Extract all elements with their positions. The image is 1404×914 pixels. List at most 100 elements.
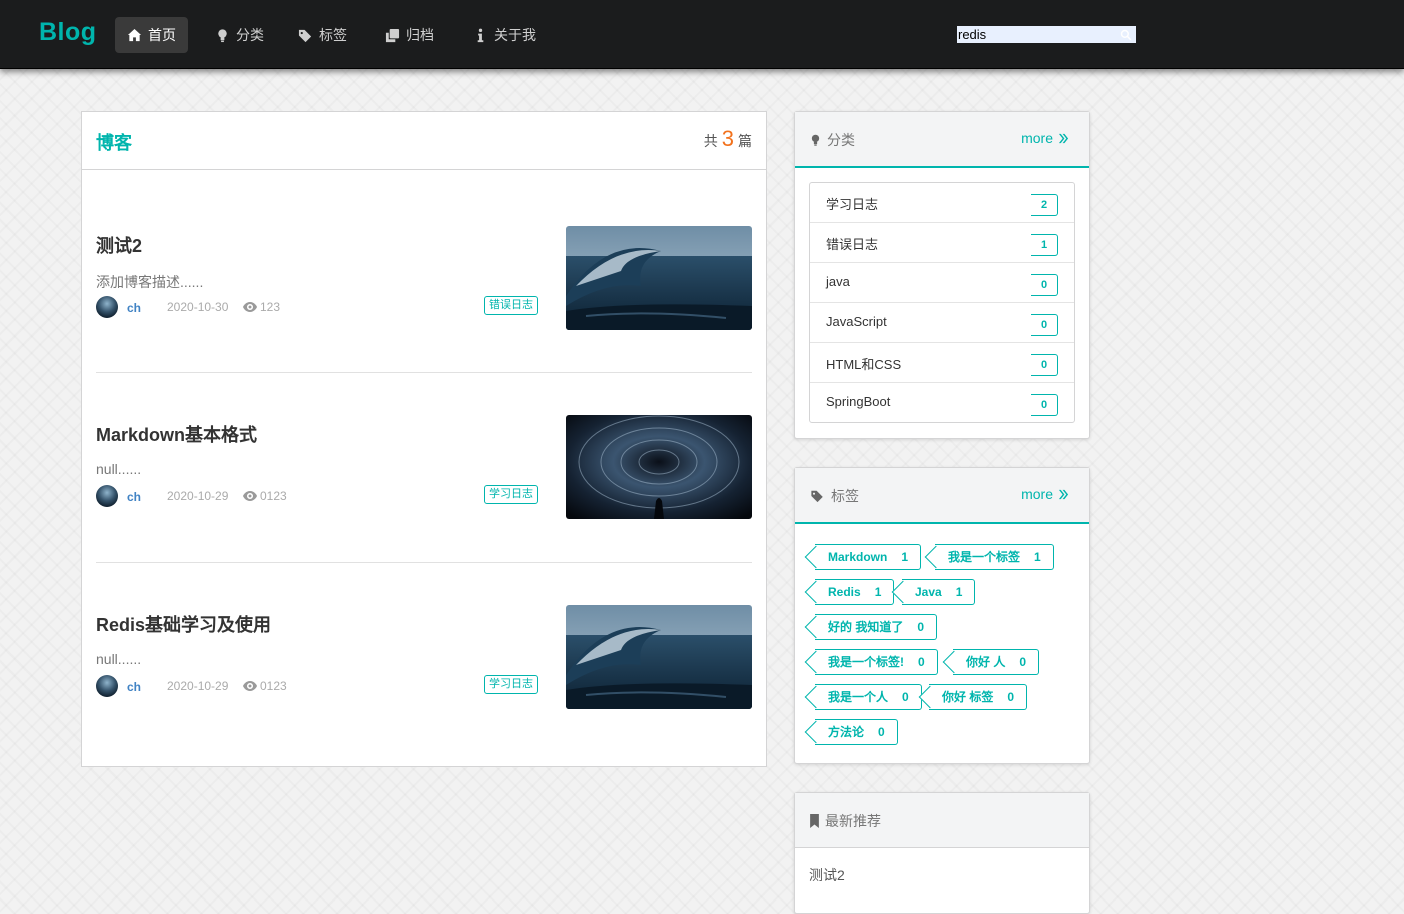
- post-views-count: 0123: [260, 489, 287, 503]
- bookmark-icon: [810, 814, 819, 828]
- nav-tags-label: 标签: [319, 27, 347, 43]
- tag-item[interactable]: 你好 人 0: [953, 649, 1040, 675]
- post-description: 添加博客描述......: [96, 274, 204, 290]
- tag-name: 方法论: [828, 725, 865, 739]
- nav-category[interactable]: 分类: [203, 17, 276, 53]
- blog-count-suffix: 篇: [738, 133, 752, 149]
- nav-tags[interactable]: 标签: [286, 17, 359, 53]
- home-icon: [127, 28, 142, 41]
- category-item[interactable]: SpringBoot 0: [810, 383, 1074, 422]
- search-icon[interactable]: [1120, 29, 1132, 41]
- tag-item[interactable]: 我是一个标签! 0: [815, 649, 938, 675]
- tag-name: Java: [915, 585, 942, 599]
- tag-item[interactable]: Redis 1: [815, 579, 895, 605]
- category-name: HTML和CSS: [826, 357, 902, 372]
- post-author[interactable]: ch: [127, 680, 141, 694]
- tag-name: 你好 标签: [942, 690, 994, 704]
- nav-about[interactable]: 关于我: [461, 17, 548, 53]
- tag-name: 我是一个标签!: [828, 655, 904, 669]
- category-more-link[interactable]: more: [1021, 130, 1069, 146]
- category-name: java: [826, 274, 850, 289]
- tag-card-header: 标签 more: [795, 468, 1089, 524]
- recommend-card-title-text: 最新推荐: [825, 813, 881, 829]
- post-category-tag[interactable]: 错误日志: [484, 296, 538, 315]
- category-count-badge: 0: [1031, 274, 1058, 296]
- post-category-tag[interactable]: 学习日志: [484, 675, 538, 694]
- tag-name: 我是一个标签: [948, 550, 1021, 564]
- category-item[interactable]: java 0: [810, 263, 1074, 303]
- post-views: 123: [243, 300, 280, 314]
- post-author[interactable]: ch: [127, 490, 141, 504]
- post-author[interactable]: ch: [127, 301, 141, 315]
- category-item[interactable]: 学习日志 2: [810, 183, 1074, 223]
- avatar: [96, 296, 118, 318]
- post-date: 2020-10-29: [167, 489, 229, 503]
- post-item: Redis基础学习及使用 null...... ch 2020-10-29 01…: [96, 605, 752, 709]
- recommend-card-header: 最新推荐: [795, 793, 1089, 848]
- nav-about-label: 关于我: [494, 27, 536, 43]
- tag-item[interactable]: 好的 我知道了 0: [815, 614, 938, 640]
- tag-item[interactable]: 我是一个标签 1: [935, 544, 1054, 570]
- recommend-item[interactable]: 测试2: [809, 865, 845, 885]
- post-meta: ch 2020-10-29 0123 学习日志: [96, 675, 538, 699]
- post-description: null......: [96, 651, 142, 667]
- category-count-badge: 0: [1031, 314, 1058, 336]
- search-input[interactable]: [957, 26, 1118, 43]
- lightbulb-icon: [218, 28, 227, 42]
- brand-logo[interactable]: Blog: [39, 18, 97, 47]
- post-meta: ch 2020-10-29 0123 学习日志: [96, 485, 538, 509]
- category-count-badge: 0: [1031, 354, 1058, 376]
- double-chevron-right-icon: [1058, 133, 1069, 143]
- blog-list-panel: 博客 共 3 篇 测试2 添加博客描述...... ch 2020-10-30 …: [81, 111, 767, 767]
- tag-name: 好的 我知道了: [828, 620, 904, 634]
- ocean-wave-image[interactable]: [566, 605, 752, 709]
- avatar: [96, 485, 118, 507]
- category-item[interactable]: HTML和CSS 0: [810, 343, 1074, 383]
- category-list: 学习日志 2 错误日志 1 java 0 JavaScript 0 HTML和C…: [809, 182, 1075, 423]
- nav-home[interactable]: 首页: [115, 17, 188, 53]
- tag-count: 0: [918, 655, 925, 669]
- post-views: 0123: [243, 679, 287, 693]
- blog-count: 共 3 篇: [704, 126, 752, 152]
- vortex-image[interactable]: [566, 415, 752, 519]
- nav-archive[interactable]: 归档: [373, 17, 446, 53]
- category-card-title: 分类: [809, 130, 855, 150]
- post-title[interactable]: Redis基础学习及使用: [96, 611, 271, 637]
- recommend-card-title: 最新推荐: [809, 811, 881, 831]
- tag-item[interactable]: 我是一个人 0: [815, 684, 922, 710]
- tag-name: 你好 人: [966, 655, 1006, 669]
- category-item[interactable]: JavaScript 0: [810, 303, 1074, 343]
- post-category-tag[interactable]: 学习日志: [484, 485, 538, 504]
- eye-icon: [243, 491, 257, 501]
- nav-category-label: 分类: [236, 27, 264, 43]
- post-title[interactable]: 测试2: [96, 232, 142, 258]
- blog-list-title: 博客: [96, 133, 132, 153]
- category-card-title-text: 分类: [827, 132, 855, 148]
- tag-more-link[interactable]: more: [1021, 486, 1069, 502]
- tag-item[interactable]: 方法论 0: [815, 719, 898, 745]
- category-name: SpringBoot: [826, 394, 891, 409]
- tag-item[interactable]: 你好 标签 0: [929, 684, 1028, 710]
- info-icon: [477, 28, 484, 42]
- category-more-label: more: [1021, 130, 1053, 146]
- tag-count: 0: [878, 725, 885, 739]
- tag-card-title: 标签: [809, 486, 859, 506]
- tag-card-title-text: 标签: [831, 488, 859, 504]
- tag-name: Redis: [828, 585, 861, 599]
- tag-card: 标签 more Markdown 1 我是一个标签 1 Redis 1 Java…: [794, 467, 1090, 764]
- category-item[interactable]: 错误日志 1: [810, 223, 1074, 263]
- post-item: Markdown基本格式 null...... ch 2020-10-29 01…: [96, 415, 752, 519]
- tag-item[interactable]: Java 1: [902, 579, 976, 605]
- tag-item[interactable]: Markdown 1: [815, 544, 922, 570]
- search-box: [957, 26, 1136, 43]
- recommend-card: 最新推荐 测试2: [794, 792, 1090, 914]
- post-date: 2020-10-29: [167, 679, 229, 693]
- post-title[interactable]: Markdown基本格式: [96, 421, 257, 447]
- post-views-count: 0123: [260, 679, 287, 693]
- ocean-wave-image[interactable]: [566, 226, 752, 330]
- tags-icon: [298, 29, 312, 42]
- post-date: 2020-10-30: [167, 300, 229, 314]
- category-name: JavaScript: [826, 314, 887, 329]
- eye-icon: [243, 681, 257, 691]
- tag-count: 0: [917, 620, 925, 634]
